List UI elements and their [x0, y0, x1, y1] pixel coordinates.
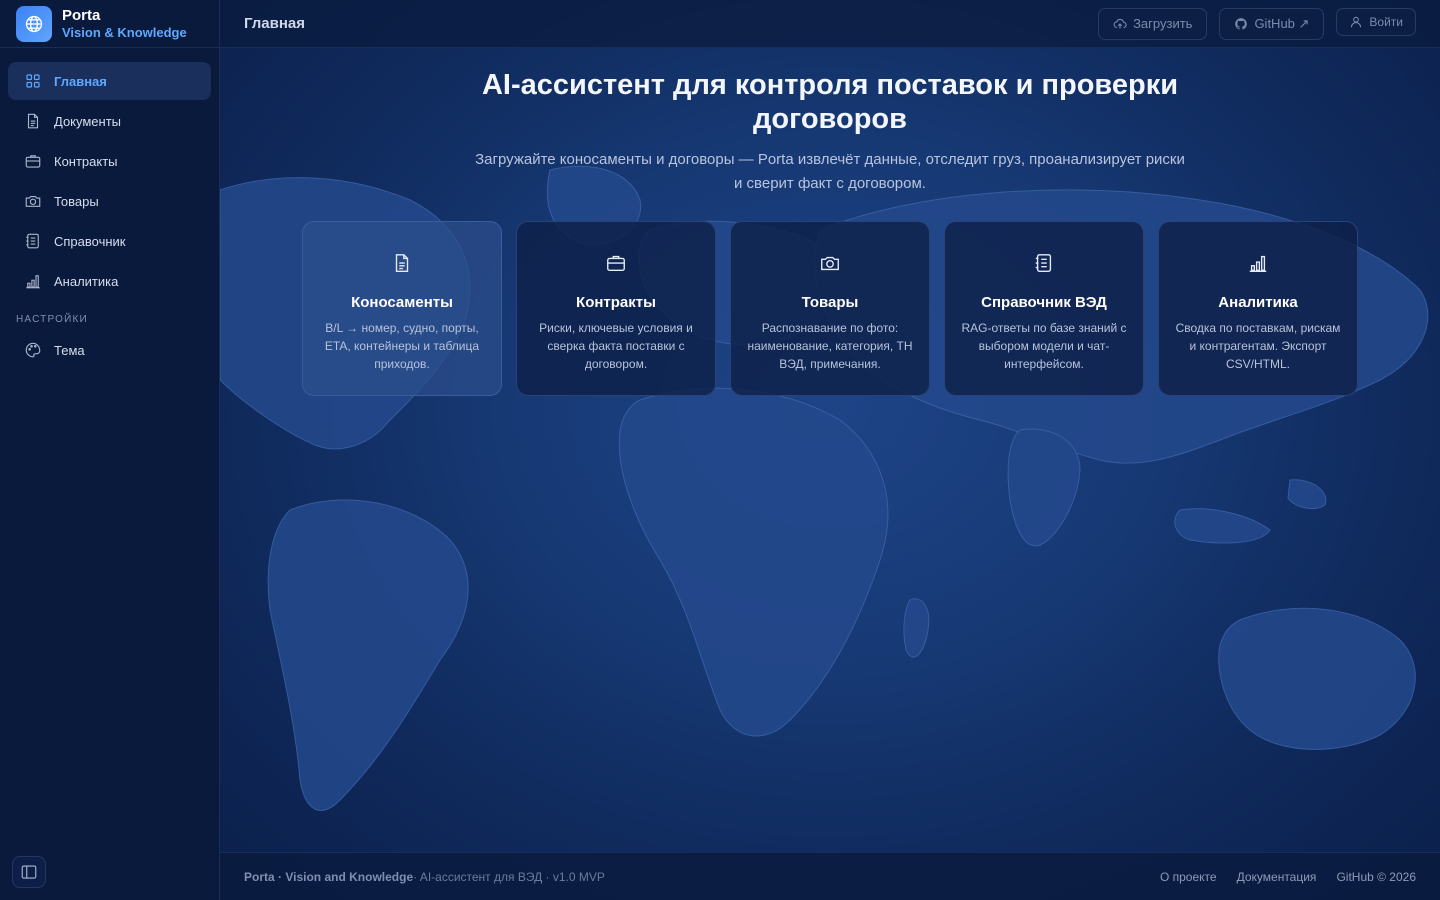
palette-icon: [25, 342, 41, 358]
document-icon: [395, 254, 409, 272]
footer-brand: Porta · Vision and Knowledge: [244, 869, 414, 884]
sidebar-item-label: Документы: [54, 113, 122, 129]
upload-button-label: Загрузить: [1133, 16, 1193, 31]
briefcase-icon: [607, 255, 625, 272]
sidebar-section-label: НАСТРОЙКИ: [16, 314, 88, 325]
sidebar-item-label: Справочник: [54, 233, 126, 249]
sidebar: Porta Vision & Knowledge Главная Докумен…: [0, 0, 220, 900]
top-bar: Главная Загрузить GitHub ↗ Войти: [220, 0, 1440, 48]
sidebar-toggle-button[interactable]: [12, 856, 46, 888]
card-description: Сводка по поставкам, рискам и контрагент…: [1175, 321, 1341, 371]
sidebar-nav: Главная Документы Контракты Товары Справ…: [0, 48, 219, 369]
user-icon: [1351, 16, 1362, 27]
hero-subtitle: Загружайте коносаменты и договоры — Port…: [475, 151, 1185, 192]
sidebar-item-contracts[interactable]: Контракты: [8, 142, 211, 180]
login-button-label: Войти: [1369, 14, 1403, 29]
notebook-icon: [1035, 254, 1052, 272]
notebook-icon: [26, 233, 39, 249]
brand-subtitle: Vision & Knowledge: [62, 24, 187, 40]
card-description: Риски, ключевые условия и сверка факта п…: [539, 321, 693, 371]
feature-card-reference[interactable]: Справочник ВЭД RAG-ответы по базе знаний…: [944, 221, 1144, 396]
sidebar-item-reference[interactable]: Справочник: [8, 222, 211, 260]
camera-icon: [821, 256, 839, 271]
sidebar-item-goods[interactable]: Товары: [8, 182, 211, 220]
sidebar-item-label: Тема: [54, 342, 85, 358]
brand-title: Porta: [62, 6, 101, 24]
cloud-upload-icon: [1113, 18, 1127, 29]
sidebar-item-label: Главная: [54, 73, 107, 89]
sidebar-item-label: Товары: [54, 193, 99, 209]
footer-links: О проекте Документация GitHub © 2026: [1160, 870, 1416, 884]
footer-link-about[interactable]: О проекте: [1160, 870, 1217, 884]
card-description: RAG-ответы по базе знаний с выбором моде…: [961, 321, 1127, 371]
card-title: Коносаменты: [351, 294, 453, 311]
feature-card-bills-of-lading[interactable]: Коносаменты B/L → номер, судно, порты, E…: [302, 221, 502, 396]
brand[interactable]: Porta Vision & Knowledge: [0, 0, 219, 48]
sidebar-item-label: Аналитика: [54, 273, 119, 289]
grid-icon: [26, 74, 40, 88]
github-icon: [1235, 17, 1248, 30]
top-bar-actions: Загрузить GitHub ↗ Войти: [1098, 7, 1416, 40]
card-title: Справочник ВЭД: [981, 294, 1107, 311]
sidebar-item-home[interactable]: Главная: [8, 62, 211, 100]
feature-cards: Коносаменты B/L → номер, судно, порты, E…: [302, 221, 1358, 396]
footer: Porta · Vision and Knowledge · AI-ассист…: [220, 852, 1440, 900]
bar-chart-icon: [26, 275, 40, 289]
hero: AI-ассистент для контроля поставок и про…: [220, 68, 1440, 196]
sidebar-item-documents[interactable]: Документы: [8, 102, 211, 140]
briefcase-icon: [25, 155, 41, 168]
camera-icon: [25, 195, 41, 207]
feature-card-analytics[interactable]: Аналитика Сводка по поставкам, рискам и …: [1158, 221, 1358, 396]
sidebar-item-label: Контракты: [54, 153, 118, 169]
github-button-label: GitHub ↗: [1254, 15, 1310, 31]
card-title: Товары: [801, 294, 859, 311]
card-description: Распознавание по фото: наименование, кат…: [747, 321, 913, 371]
page-title: Главная: [244, 15, 306, 32]
feature-card-goods[interactable]: Товары Распознавание по фото: наименован…: [730, 221, 930, 396]
sidebar-item-theme[interactable]: Тема: [8, 331, 211, 369]
card-title: Аналитика: [1218, 294, 1298, 311]
bar-chart-icon: [1249, 255, 1267, 272]
document-icon: [27, 113, 39, 129]
footer-link-github[interactable]: GitHub © 2026: [1336, 870, 1416, 884]
upload-button[interactable]: Загрузить: [1098, 7, 1208, 40]
card-description: B/L → номер, судно, порты, ETA, контейне…: [324, 321, 480, 371]
card-title: Контракты: [576, 294, 656, 311]
login-button[interactable]: Войти: [1336, 7, 1416, 36]
sidebar-item-analytics[interactable]: Аналитика: [8, 262, 211, 300]
footer-link-docs[interactable]: Документация: [1237, 870, 1317, 884]
hero-title: AI-ассистент для контроля поставок и про…: [481, 69, 1179, 135]
globe-icon: [16, 5, 52, 42]
sidebar-toggle-icon: [21, 865, 37, 879]
main-area: Главная Загрузить GitHub ↗ Войти AI-асси…: [220, 0, 1440, 900]
footer-tagline: · AI-ассистент для ВЭД · v1.0 MVP: [413, 869, 605, 884]
github-button[interactable]: GitHub ↗: [1219, 7, 1325, 40]
feature-card-contracts[interactable]: Контракты Риски, ключевые условия и свер…: [516, 221, 716, 396]
